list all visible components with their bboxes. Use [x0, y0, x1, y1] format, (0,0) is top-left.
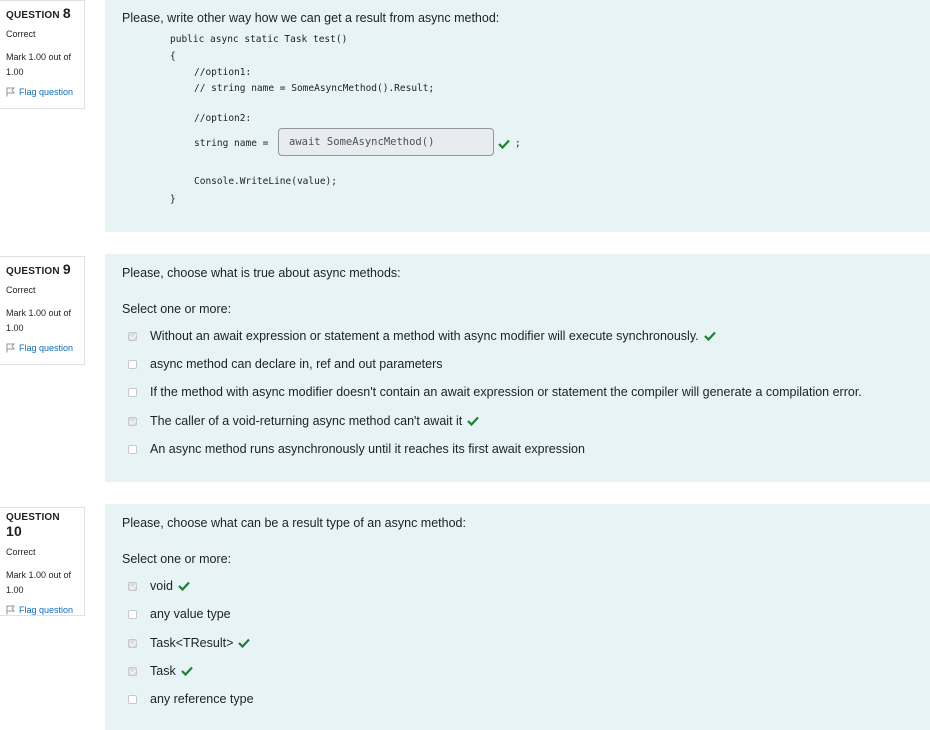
flag-question-label: Flag question: [19, 605, 74, 615]
option-label: Task: [150, 664, 176, 678]
code-line: Console.WriteLine(value);: [194, 176, 337, 187]
option-checkbox[interactable]: [128, 609, 137, 619]
flag-icon: [6, 87, 15, 97]
question-content-9: Please, choose what is true about async …: [105, 254, 930, 482]
option-checkbox[interactable]: [128, 444, 137, 454]
option-checkbox[interactable]: [128, 666, 137, 676]
question-info-9: QUESTION 9 Correct Mark 1.00 out of 1.00…: [0, 256, 85, 365]
code-line: ;: [515, 138, 521, 149]
flag-question-label: Flag question: [19, 87, 74, 97]
option-label: void: [150, 579, 173, 593]
select-prompt: Select one or more:: [122, 552, 232, 566]
correct-check-icon: [498, 139, 510, 149]
flag-icon: [6, 343, 15, 353]
question-grade: Mark 1.00 out of 1.00: [6, 570, 72, 595]
question-number: 8: [62, 5, 71, 21]
flag-question-button[interactable]: Flag question: [6, 87, 78, 97]
question-number: 10: [6, 523, 22, 539]
question-label: QUESTION: [6, 10, 60, 21]
correct-check-icon: [467, 416, 480, 426]
option-label: async method can declare in, ref and out…: [150, 357, 443, 371]
question-content-10: Please, choose what can be a result type…: [105, 504, 930, 730]
correct-check-icon: [180, 666, 193, 676]
option-label: An async method runs asynchronously unti…: [150, 442, 585, 456]
question-content-8: Please, write other way how we can get a…: [105, 0, 930, 232]
code-line: // string name = SomeAsyncMethod().Resul…: [194, 83, 435, 94]
answer-input[interactable]: await SomeAsyncMethod(): [278, 128, 494, 156]
question-text: Please, choose what is true about async …: [122, 266, 401, 280]
option-checkbox[interactable]: [128, 331, 137, 341]
question-label: QUESTION: [6, 512, 60, 523]
answer-option[interactable]: any value type: [128, 607, 231, 621]
question-label: QUESTION: [6, 266, 60, 277]
option-checkbox[interactable]: [128, 387, 137, 397]
answer-option[interactable]: void: [128, 579, 190, 593]
answer-option[interactable]: An async method runs asynchronously unti…: [128, 442, 585, 456]
option-checkbox[interactable]: [128, 694, 137, 704]
answer-option[interactable]: The caller of a void-returning async met…: [128, 414, 480, 428]
answer-option[interactable]: any reference type: [128, 692, 254, 706]
flag-question-label: Flag question: [19, 343, 74, 353]
option-checkbox[interactable]: [128, 638, 137, 648]
question-number-8: QUESTION 8: [6, 5, 78, 21]
flag-icon: [6, 605, 15, 615]
question-state: Correct: [6, 29, 36, 39]
option-label: any value type: [150, 607, 231, 621]
answer-option[interactable]: If the method with async modifier doesn'…: [128, 385, 862, 399]
question-state: Correct: [6, 547, 36, 557]
option-label: The caller of a void-returning async met…: [150, 414, 463, 428]
correct-check-icon: [238, 638, 251, 648]
option-checkbox[interactable]: [128, 416, 137, 426]
code-line: public async static Task test(): [170, 34, 348, 45]
question-info-10: QUESTION 10 Correct Mark 1.00 out of 1.0…: [0, 507, 85, 616]
answer-option[interactable]: Without an await expression or statement…: [128, 329, 716, 343]
answer-option[interactable]: Task: [128, 664, 193, 678]
select-prompt: Select one or more:: [122, 302, 232, 316]
code-line: {: [170, 51, 176, 62]
question-grade: Mark 1.00 out of 1.00: [6, 52, 72, 77]
question-number-10: QUESTION 10: [6, 512, 78, 539]
option-label: Without an await expression or statement…: [150, 329, 699, 343]
question-text: Please, write other way how we can get a…: [122, 11, 500, 25]
question-number: 9: [62, 261, 71, 277]
code-line: }: [170, 194, 176, 205]
flag-question-button[interactable]: Flag question: [6, 605, 78, 615]
answer-option[interactable]: Task<TResult>: [128, 636, 251, 650]
flag-question-button[interactable]: Flag question: [6, 343, 78, 353]
correct-check-icon: [178, 581, 190, 591]
code-line: string name =: [194, 138, 269, 149]
question-info-8: QUESTION 8 Correct Mark 1.00 out of 1.00…: [0, 0, 85, 109]
correct-check-icon: [703, 331, 716, 341]
option-checkbox[interactable]: [128, 581, 137, 591]
option-label: any reference type: [150, 692, 254, 706]
option-label: If the method with async modifier doesn'…: [150, 385, 862, 399]
option-checkbox[interactable]: [128, 359, 137, 369]
code-line: //option1:: [194, 67, 252, 78]
question-grade: Mark 1.00 out of 1.00: [6, 308, 72, 333]
answer-option[interactable]: async method can declare in, ref and out…: [128, 357, 443, 371]
code-line: //option2:: [194, 113, 252, 124]
option-label: Task<TResult>: [150, 636, 234, 650]
question-number-9: QUESTION 9: [6, 261, 78, 277]
question-state: Correct: [6, 285, 36, 295]
question-text: Please, choose what can be a result type…: [122, 516, 466, 530]
